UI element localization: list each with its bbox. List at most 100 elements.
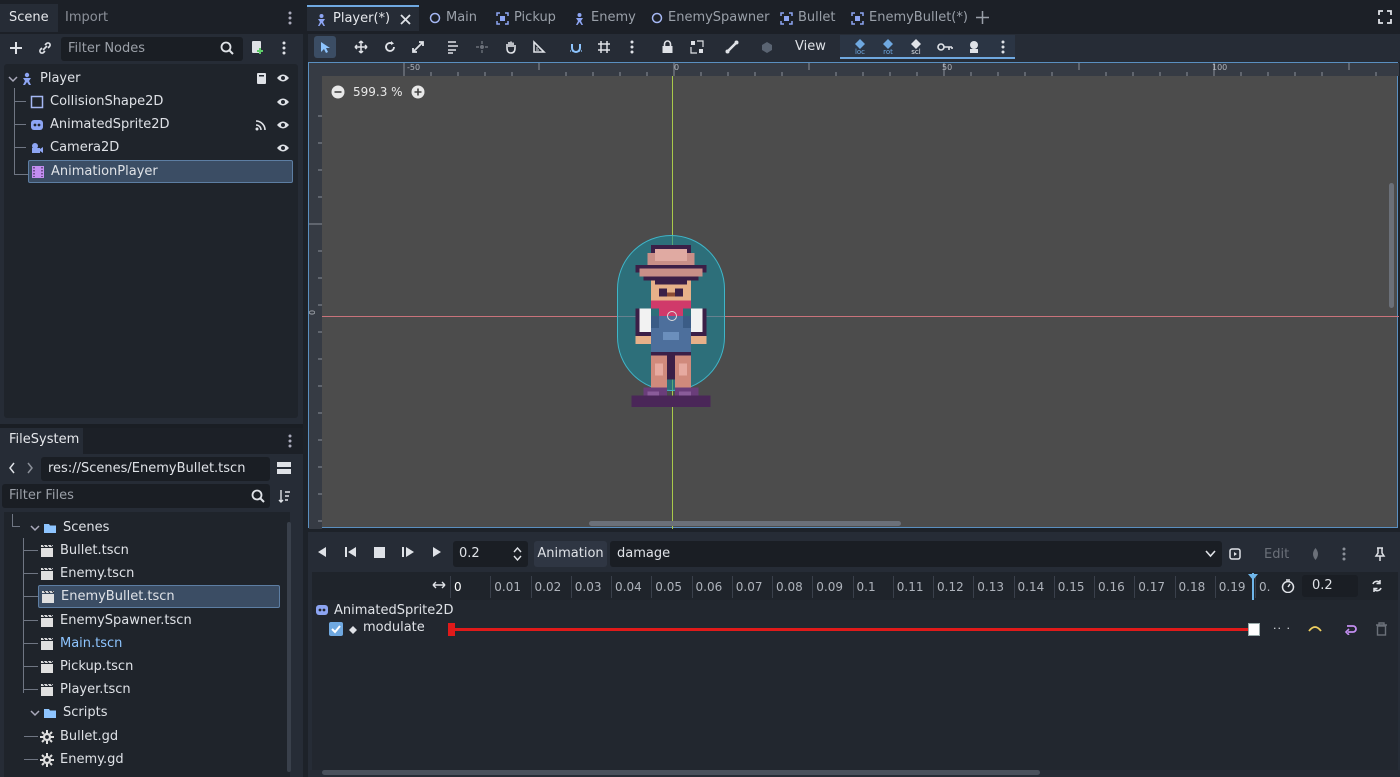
skeleton-button[interactable] (721, 38, 743, 56)
tab-pickup[interactable]: Pickup (496, 5, 556, 31)
timeline-zoom-icon[interactable] (432, 580, 446, 590)
ruler-tool-button[interactable] (528, 38, 550, 56)
scene-dock-menu-icon[interactable] (287, 10, 293, 26)
viewport-hscrollbar[interactable] (589, 521, 901, 526)
visibility-eye-icon[interactable] (276, 73, 290, 83)
loop-icon[interactable] (1370, 579, 1384, 593)
add-tab-icon[interactable] (976, 11, 989, 24)
filter-files-input[interactable]: Filter Files (2, 484, 270, 508)
snap-options-menu[interactable] (621, 38, 643, 56)
signal-icon[interactable] (254, 119, 267, 131)
file-tree-item[interactable]: EnemyBullet.tscn (38, 585, 280, 608)
fullscreen-icon[interactable] (1378, 10, 1392, 24)
play-from-start-button[interactable] (401, 546, 415, 558)
tree-node-collisionshape2d[interactable]: CollisionShape2D (30, 90, 296, 113)
key-rotation-button[interactable]: rot (877, 38, 899, 56)
tab-enemy[interactable]: Enemy (573, 5, 636, 31)
chevron-down-icon[interactable] (8, 74, 18, 84)
visibility-eye-icon[interactable] (276, 143, 290, 153)
visibility-eye-icon[interactable] (276, 97, 290, 107)
tab-bullet[interactable]: Bullet (780, 5, 835, 31)
autoplay-icon[interactable] (1229, 548, 1243, 560)
animation-menu-button[interactable]: Animation (534, 541, 607, 567)
close-icon[interactable] (400, 13, 411, 25)
tree-node-camera2d[interactable]: Camera2D (30, 136, 296, 159)
keyframe-start[interactable] (448, 623, 455, 636)
chevron-down-icon[interactable] (1205, 550, 1216, 558)
rotate-tool-button[interactable] (379, 38, 401, 56)
player-sprite[interactable] (623, 245, 719, 419)
file-tree-item[interactable]: EnemySpawner.tscn (40, 609, 280, 632)
onion-skin-icon[interactable] (1309, 547, 1322, 561)
lock-button[interactable] (656, 38, 678, 56)
play-backwards-button[interactable] (316, 546, 328, 558)
play-button[interactable] (431, 546, 443, 558)
pin-icon[interactable] (1374, 547, 1386, 561)
tree-node-player[interactable]: Player (8, 67, 296, 90)
viewport-2d[interactable]: -50 0 50 100 0 599.3 % (308, 62, 1399, 529)
timeline-hscrollbar[interactable] (322, 770, 1040, 775)
edit-menu[interactable]: Edit (1264, 547, 1289, 562)
file-tree-item[interactable]: Bullet.tscn (40, 539, 280, 562)
file-tree-scrollbar[interactable] (287, 522, 291, 772)
override-camera-button[interactable] (756, 38, 778, 56)
scale-tool-button[interactable] (407, 38, 429, 56)
key-location-button[interactable]: loc (849, 38, 871, 56)
track-property-label[interactable]: modulate (363, 620, 425, 635)
path-field[interactable]: res://Scenes/EnemyBullet.tscn (41, 457, 270, 481)
back-arrow-icon[interactable] (8, 462, 16, 474)
grid-snap-button[interactable] (593, 38, 615, 56)
tab-enemybullet[interactable]: EnemyBullet(*) (851, 5, 968, 31)
auto-key-button[interactable] (963, 38, 985, 56)
script-icon[interactable] (255, 72, 268, 85)
instance-scene-button[interactable] (36, 40, 54, 56)
track-group-header[interactable]: AnimatedSprite2D (315, 601, 454, 619)
tab-import[interactable]: Import (56, 4, 117, 32)
zoom-in-icon[interactable] (411, 85, 425, 99)
zoom-level[interactable]: 599.3 % (353, 85, 403, 99)
tab-player[interactable]: Player(*) (307, 5, 420, 31)
animation-select[interactable]: damage (610, 541, 1222, 567)
group-button[interactable] (686, 38, 708, 56)
file-tree-item[interactable]: Bullet.gd (40, 725, 280, 748)
viewport-vscrollbar[interactable] (1389, 183, 1394, 308)
chevron-down-icon[interactable] (30, 523, 40, 533)
update-mode-icon[interactable] (1308, 623, 1322, 633)
insert-key-button[interactable] (934, 38, 956, 56)
add-node-button[interactable] (8, 40, 24, 56)
play-backwards-from-end-button[interactable] (344, 546, 358, 558)
tab-filesystem[interactable]: FileSystem (0, 428, 83, 454)
chevron-down-icon[interactable] (30, 708, 40, 718)
split-view-icon[interactable] (277, 461, 291, 475)
tab-main[interactable]: Main (429, 5, 477, 31)
sort-icon[interactable] (278, 489, 291, 503)
visibility-eye-icon[interactable] (276, 120, 290, 130)
tab-scene[interactable]: Scene (0, 4, 58, 32)
animation-length-field[interactable]: 0.2 (1302, 575, 1358, 597)
spinbox-arrows-icon[interactable] (513, 547, 522, 561)
file-tree-item[interactable]: Pickup.tscn (40, 655, 280, 678)
file-tree-folder[interactable]: Scenes (30, 516, 280, 539)
attach-script-button[interactable] (249, 39, 265, 55)
animation-options-menu[interactable] (1341, 546, 1347, 562)
filesystem-menu-icon[interactable] (287, 433, 293, 449)
zoom-out-icon[interactable] (331, 85, 345, 99)
smart-snap-button[interactable] (565, 38, 587, 56)
key-scale-button[interactable]: scl (905, 38, 927, 56)
file-tree-item[interactable]: Enemy.gd (40, 748, 280, 771)
trash-icon[interactable] (1375, 622, 1388, 636)
filter-nodes-input[interactable]: Filter Nodes (61, 37, 243, 61)
file-tree-folder[interactable]: Scripts (30, 701, 280, 724)
key-options-menu[interactable] (992, 38, 1014, 56)
view-menu[interactable]: View (789, 37, 832, 57)
track-enabled-checkbox[interactable] (329, 622, 343, 636)
pan-tool-button[interactable] (500, 38, 522, 56)
stop-button[interactable] (374, 547, 385, 558)
tab-enemyspawner[interactable]: EnemySpawner (651, 5, 770, 31)
forward-arrow-icon[interactable] (26, 462, 34, 474)
file-tree-item[interactable]: Player.tscn (40, 678, 280, 701)
scene-tree-menu-icon[interactable] (281, 40, 287, 56)
move-tool-button[interactable] (350, 38, 372, 56)
list-select-button[interactable] (442, 38, 464, 56)
keyframe-end[interactable] (1248, 623, 1260, 636)
